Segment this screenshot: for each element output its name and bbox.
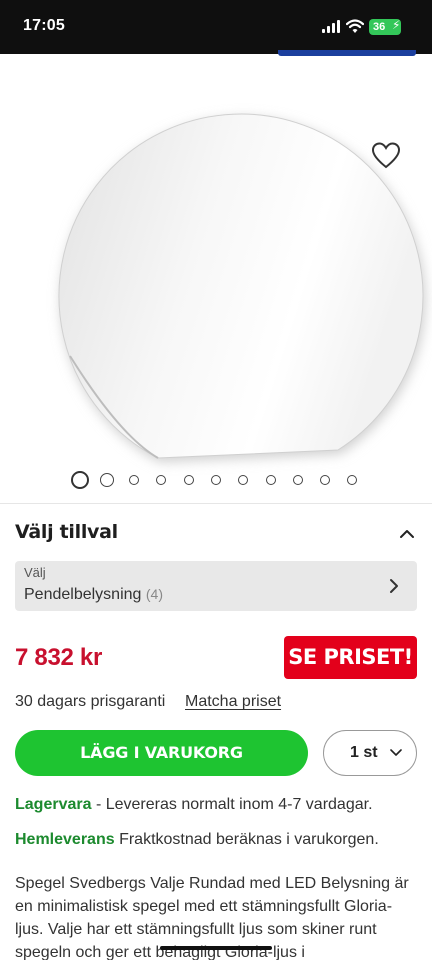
home-indicator (160, 946, 272, 950)
select-value: Pendelbelysning (4) (24, 586, 163, 604)
price-guarantee: 30 dagars prisgaranti (15, 693, 166, 710)
gallery-dot[interactable] (320, 475, 331, 485)
gallery-dots (0, 469, 432, 491)
stock-status-label: Lagervara (15, 796, 92, 813)
select-count: (4) (145, 586, 163, 602)
stock-status-text: - Levereras normalt inom 4-7 vardagar. (91, 796, 373, 813)
stock-status: Lagervara - Levereras normalt inom 4-7 v… (15, 796, 373, 814)
select-label: Välj (24, 565, 46, 580)
heart-outline-icon[interactable] (370, 141, 402, 169)
quantity-select[interactable]: 1 st (323, 730, 417, 776)
battery-level: 36 (373, 21, 386, 33)
status-time: 17:05 (23, 17, 65, 34)
charging-bolt-icon: ⚡ (392, 18, 401, 32)
product-price: 7 832 kr (15, 644, 103, 671)
gallery-dot[interactable] (238, 475, 249, 485)
product-image[interactable] (0, 56, 432, 500)
wifi-icon (346, 19, 364, 33)
gallery-dot[interactable] (71, 471, 89, 489)
gallery-dot[interactable] (156, 475, 167, 485)
chevron-up-icon[interactable] (398, 526, 416, 540)
match-price-link[interactable]: Matcha priset (185, 693, 281, 711)
mirror-image (58, 113, 425, 463)
gallery-dot[interactable] (292, 475, 303, 485)
gallery-dot[interactable] (129, 475, 139, 485)
gallery-dot[interactable] (183, 475, 194, 485)
gallery-dot[interactable] (210, 475, 221, 485)
chevron-right-icon (390, 579, 398, 593)
gallery-dot[interactable] (100, 473, 114, 487)
quantity-value: 1 st (350, 744, 378, 761)
gallery-dot[interactable] (265, 475, 276, 485)
chevron-down-icon (390, 749, 402, 756)
accessory-select[interactable]: Välj Pendelbelysning (4) (15, 561, 417, 611)
gallery-dot[interactable] (347, 475, 358, 485)
options-title: Välj tillval (15, 521, 118, 543)
select-value-text: Pendelbelysning (24, 586, 142, 603)
divider (0, 503, 432, 504)
add-to-cart-button[interactable]: LÄGG I VARUKORG (15, 730, 308, 776)
status-bar: 17:05 36 ⚡ (0, 0, 432, 54)
price-badge: SE PRISET! (284, 636, 417, 679)
delivery-label: Hemleverans (15, 831, 115, 848)
delivery-text: Fraktkostnad beräknas i varukorgen. (114, 831, 379, 848)
delivery-info: Hemleverans Fraktkostnad beräknas i varu… (15, 831, 379, 849)
cellular-signal-icon (322, 20, 342, 33)
